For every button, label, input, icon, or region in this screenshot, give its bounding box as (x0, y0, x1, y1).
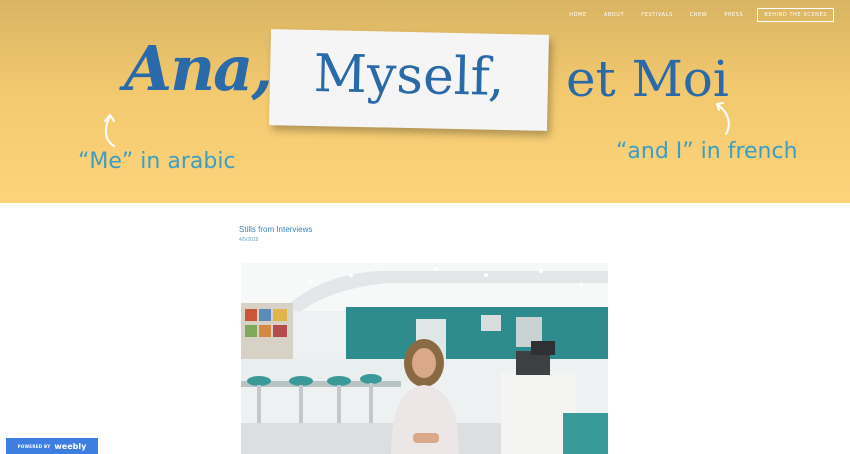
blog-content: Stills from Interviews 4/5/2019 (0, 203, 850, 454)
nav-crew[interactable]: CREW (690, 12, 707, 18)
curved-arrow-left-icon (104, 114, 115, 147)
weebly-logo: weebly (54, 441, 87, 451)
nav-home[interactable]: HOME (569, 12, 587, 18)
curved-arrow-right-icon (716, 102, 730, 135)
diner-scene-image (241, 263, 608, 454)
title-myself: Myself, (313, 44, 506, 108)
title-et-moi: et Moi (566, 50, 729, 108)
powered-by-label: POWERED BY (17, 443, 51, 449)
title-card: Myself, (269, 29, 549, 131)
interview-still-photo[interactable] (241, 263, 608, 454)
post-title[interactable]: Stills from Interviews (239, 225, 312, 234)
nav-press[interactable]: PRESS (724, 12, 743, 18)
powered-by-weebly-badge[interactable]: POWERED BY weebly (6, 438, 98, 454)
behind-the-scenes-button[interactable]: BEHIND THE SCENES (757, 8, 834, 22)
nav-festivals[interactable]: FESTIVALS (641, 12, 673, 18)
top-nav: HOME ABOUT FESTIVALS CREW PRESS BEHIND T… (552, 8, 834, 22)
post-date: 4/5/2019 (239, 237, 259, 243)
hero-banner: HOME ABOUT FESTIVALS CREW PRESS BEHIND T… (0, 0, 850, 203)
nav-about[interactable]: ABOUT (604, 12, 624, 18)
note-and-i-in-french: “and I” in french (616, 139, 798, 164)
title-ana: Ana, (124, 32, 273, 105)
note-me-in-arabic: “Me” in arabic (78, 149, 236, 174)
